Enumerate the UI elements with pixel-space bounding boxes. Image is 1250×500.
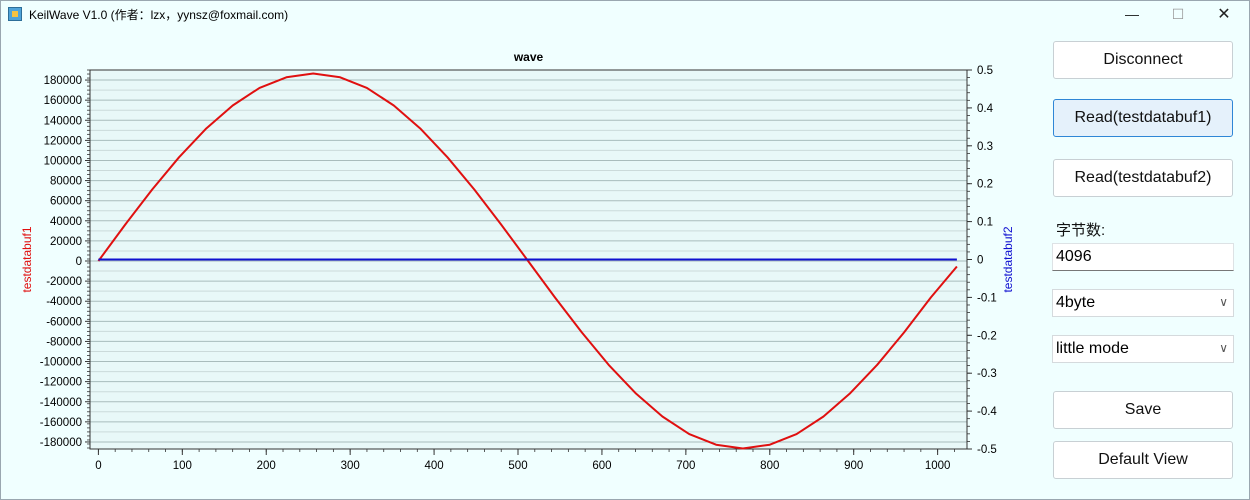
minimize-icon[interactable]: — [1109, 1, 1155, 27]
y2-tick-label: -0.1 [977, 292, 997, 304]
y-tick-label: 60000 [50, 196, 82, 208]
y2-tick-label: -0.3 [977, 368, 997, 380]
chart-svg[interactable]: wave -180000 -160000 -140000 -120000 -100000 -… [1, 29, 1041, 499]
x-tick-label: 200 [257, 460, 276, 472]
y-tick-label: 120000 [44, 135, 82, 147]
y-tick-label: -120000 [40, 377, 82, 389]
x-tick-label: 900 [844, 460, 863, 472]
y2-tick-label: 0.3 [977, 141, 993, 153]
y-tick-label: 0 [76, 256, 82, 268]
byte-count-input[interactable]: 4096 [1052, 243, 1234, 271]
y-tick-label: -40000 [46, 296, 82, 308]
data-type-select[interactable]: 4byte ∨ [1052, 289, 1234, 317]
read-testdatabuf2-button[interactable]: Read(testdatabuf2) [1053, 159, 1233, 197]
chevron-down-icon: ∨ [1219, 295, 1228, 309]
y-tick-label: 40000 [50, 216, 82, 228]
maximize-icon[interactable]: ☐ [1155, 1, 1201, 27]
x-tick-label: 700 [676, 460, 695, 472]
chart-title: wave [513, 50, 544, 64]
y-tick-label: 100000 [44, 155, 82, 167]
save-button[interactable]: Save [1053, 391, 1233, 429]
y-tick-label: 180000 [44, 75, 82, 87]
y2-tick-label: 0.4 [977, 103, 994, 115]
y-tick-label: -60000 [46, 316, 82, 328]
y-tick-label: -160000 [40, 417, 82, 429]
x-tick-label: 100 [173, 460, 192, 472]
x-tick-label: 300 [341, 460, 360, 472]
x-tick-label: 1000 [925, 460, 951, 472]
y-tick-label: 80000 [50, 176, 82, 188]
x-tick-label: 600 [592, 460, 611, 472]
y-tick-label: 160000 [44, 95, 82, 107]
app-icon [8, 7, 22, 21]
y-tick-label: -100000 [40, 357, 82, 369]
y2-tick-label: -0.5 [977, 444, 997, 456]
y-tick-label: 20000 [50, 236, 82, 248]
close-icon[interactable]: ✕ [1201, 1, 1247, 27]
x-tick-label: 400 [424, 460, 443, 472]
y2-tick-label: 0 [977, 255, 983, 267]
y-tick-label: -140000 [40, 397, 82, 409]
disconnect-button[interactable]: Disconnect [1053, 41, 1233, 79]
y-tick-label: -180000 [40, 437, 82, 449]
title-bar[interactable]: KeilWave V1.0 (作者：lzx，yynsz@foxmail.com)… [1, 1, 1249, 27]
read-testdatabuf1-button[interactable]: Read(testdatabuf1) [1053, 99, 1233, 137]
chevron-down-icon: ∨ [1219, 341, 1228, 355]
x-tick-label: 0 [95, 460, 101, 472]
endian-mode-value: little mode [1056, 340, 1129, 357]
y2-tick-label: 0.1 [977, 217, 993, 229]
y-axis-label: testdatabuf1 [20, 226, 34, 292]
y-tick-label: -80000 [46, 336, 82, 348]
y2-tick-label: 0.2 [977, 179, 993, 191]
x-tick-label: 500 [508, 460, 527, 472]
wave-chart[interactable]: wave -180000 -160000 -140000 -120000 -100000 -… [1, 29, 1041, 499]
y-tick-label: -20000 [46, 276, 82, 288]
y-tick-label: 140000 [44, 115, 82, 127]
data-type-value: 4byte [1056, 294, 1096, 311]
window-title: KeilWave V1.0 (作者：lzx，yynsz@foxmail.com) [29, 8, 289, 22]
y2-axis-label: testdatabuf2 [1001, 226, 1015, 292]
y2-tick-label: -0.2 [977, 330, 997, 342]
y2-tick-label: 0.5 [977, 65, 993, 77]
y2-tick-label: -0.4 [977, 406, 997, 418]
endian-mode-select[interactable]: little mode ∨ [1052, 335, 1234, 363]
byte-count-label: 字节数: [1056, 222, 1106, 239]
app-window: KeilWave V1.0 (作者：lzx，yynsz@foxmail.com)… [0, 0, 1250, 500]
default-view-button[interactable]: Default View [1053, 441, 1233, 479]
x-tick-label: 800 [760, 460, 779, 472]
